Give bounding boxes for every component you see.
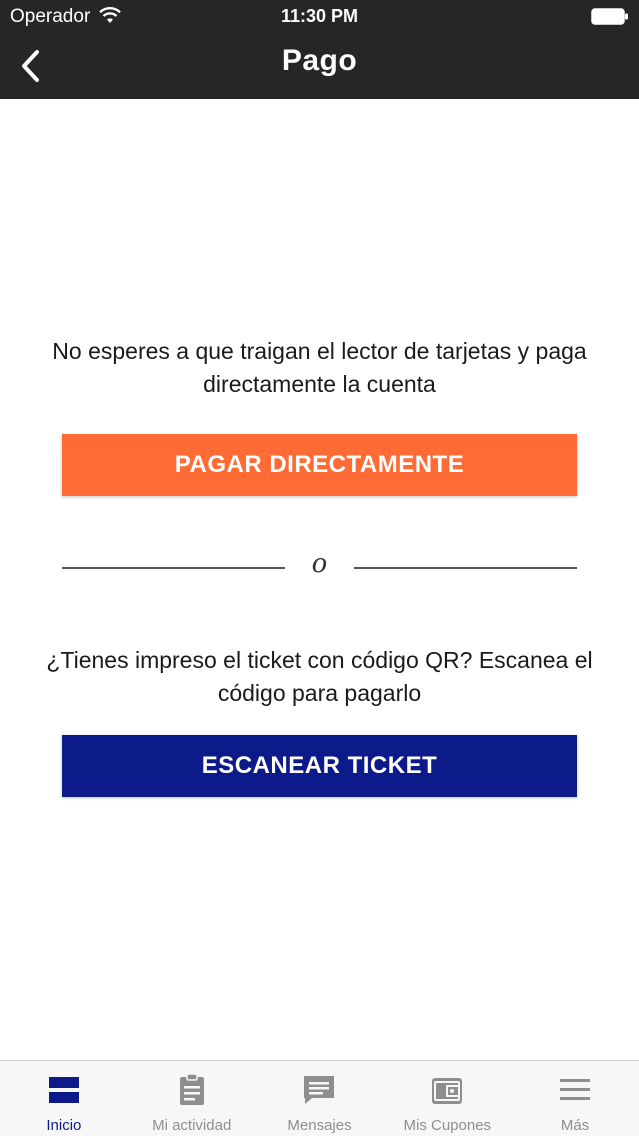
tab-mas[interactable]: Más — [511, 1061, 639, 1136]
tab-bar: Inicio Mi actividad Mensajes Mis Cupones — [0, 1060, 639, 1136]
tab-mi-actividad[interactable]: Mi actividad — [128, 1061, 256, 1136]
pay-prompt-text: No esperes a que traigan el lector de ta… — [52, 338, 587, 397]
tab-label: Mensajes — [287, 1117, 352, 1134]
home-icon — [48, 1077, 79, 1103]
scan-prompt-text: ¿Tienes impreso el ticket con código QR?… — [46, 647, 593, 706]
or-divider: o — [62, 549, 577, 581]
tab-label: Mi actividad — [152, 1117, 232, 1134]
page-title: Pago — [281, 44, 358, 77]
payment-content: No esperes a que traigan el lector de ta… — [0, 99, 639, 1060]
menu-icon — [560, 1079, 591, 1100]
message-icon — [304, 1076, 335, 1104]
tab-mis-cupones[interactable]: Mis Cupones — [383, 1061, 511, 1136]
divider-text: o — [311, 549, 328, 579]
status-bar: Operador 11:30 PM — [0, 0, 639, 34]
divider-line-right — [354, 567, 577, 569]
top-bar: Operador 11:30 PM Pago — [0, 0, 639, 99]
wallet-icon — [432, 1078, 463, 1104]
pay-directly-button[interactable]: PAGAR DIRECTAMENTE — [62, 434, 577, 496]
scan-ticket-button[interactable]: ESCANEAR TICKET — [62, 735, 577, 797]
tab-inicio[interactable]: Inicio — [0, 1061, 128, 1136]
tab-label: Inicio — [46, 1117, 82, 1134]
tab-label: Mis Cupones — [403, 1117, 492, 1134]
navigation-bar: Pago — [0, 34, 639, 99]
status-time: 11:30 PM — [280, 6, 359, 26]
battery-icon — [591, 8, 628, 25]
tab-label: Más — [560, 1117, 590, 1134]
clipboard-icon — [179, 1073, 204, 1105]
tab-mensajes[interactable]: Mensajes — [256, 1061, 384, 1136]
